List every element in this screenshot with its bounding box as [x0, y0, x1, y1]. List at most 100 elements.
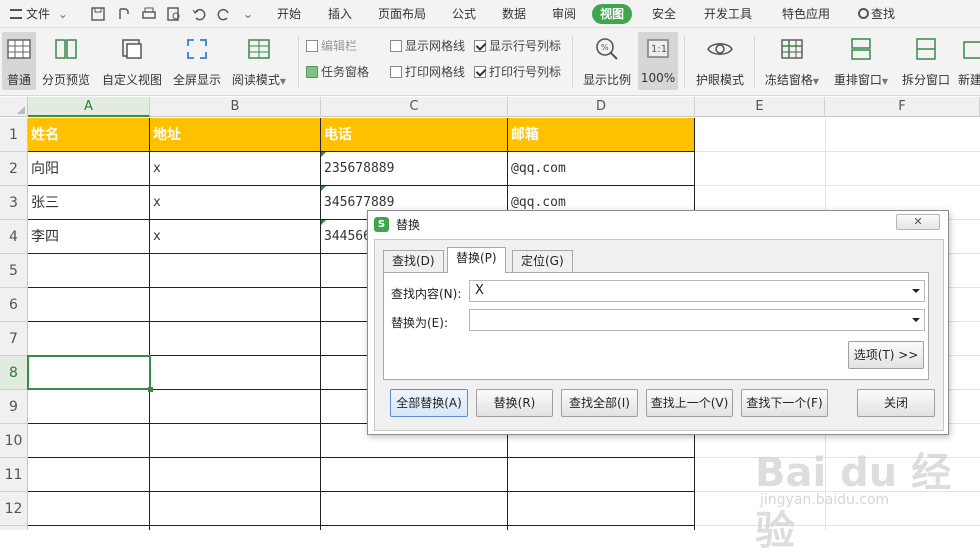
show-gridlines-checkbox[interactable]: 显示网格线 [390, 37, 465, 55]
table-cell[interactable]: 235678889 [321, 152, 508, 186]
table-cell[interactable] [150, 458, 321, 492]
tab-review[interactable]: 审阅 [552, 0, 576, 28]
tab-find[interactable]: 查找(D) [383, 250, 444, 272]
table-cell[interactable] [28, 288, 150, 322]
column-header-f[interactable]: F [825, 97, 980, 117]
tab-page-layout[interactable]: 页面布局 [378, 0, 426, 28]
table-cell[interactable] [150, 424, 321, 458]
tab-formulas[interactable]: 公式 [452, 0, 476, 28]
table-cell[interactable] [150, 322, 321, 356]
close-icon[interactable]: ✕ [896, 214, 940, 230]
row-header-2[interactable]: 2 [0, 152, 28, 186]
edit-bar-checkbox[interactable]: 编辑栏 [306, 37, 357, 55]
row-header-3[interactable]: 3 [0, 186, 28, 220]
normal-view-button[interactable]: 普通 [2, 32, 36, 90]
tab-special[interactable]: 特色应用 [782, 0, 830, 28]
dropdown-arrow-icon[interactable] [912, 289, 920, 293]
save-icon[interactable] [90, 6, 106, 22]
table-cell[interactable] [150, 492, 321, 526]
table-cell[interactable] [150, 254, 321, 288]
table-cell[interactable] [321, 526, 508, 530]
tab-view[interactable]: 视图 [592, 4, 633, 24]
column-header-c[interactable]: C [321, 97, 508, 117]
table-cell[interactable] [28, 254, 150, 288]
table-cell[interactable] [321, 492, 508, 526]
table-cell[interactable] [508, 526, 695, 530]
table-cell[interactable]: x [150, 220, 321, 254]
table-cell[interactable]: x [150, 186, 321, 220]
replace-input[interactable] [469, 309, 925, 331]
redo-icon[interactable] [216, 6, 232, 22]
column-header-d[interactable]: D [508, 97, 695, 117]
table-cell[interactable] [28, 390, 150, 424]
table-cell[interactable]: 张三 [28, 186, 150, 220]
header-cell-email[interactable]: 邮箱 [508, 118, 695, 152]
quick-access-dropdown-icon[interactable]: ⌄ [243, 0, 253, 28]
row-header-1[interactable]: 1 [0, 118, 28, 152]
print-row-col-checkbox[interactable]: 打印行号列标 [474, 63, 561, 81]
table-cell[interactable] [321, 458, 508, 492]
full-screen-button[interactable]: 全屏显示 [170, 32, 224, 90]
table-cell[interactable]: @qq.com [508, 152, 695, 186]
active-cell-a8[interactable] [27, 355, 153, 392]
header-cell-name[interactable]: 姓名 [28, 118, 150, 152]
print-gridlines-checkbox[interactable]: 打印网格线 [390, 63, 465, 81]
row-header-12[interactable]: 12 [0, 492, 28, 526]
options-button[interactable]: 选项(T) >> [848, 341, 924, 369]
replace-all-button[interactable]: 全部替换(A) [390, 389, 468, 417]
table-cell[interactable] [28, 458, 150, 492]
tab-security[interactable]: 安全 [652, 0, 676, 28]
column-header-e[interactable]: E [695, 97, 825, 117]
row-header-4[interactable]: 4 [0, 220, 28, 254]
tab-insert[interactable]: 插入 [328, 0, 352, 28]
split-window-button[interactable]: 拆分窗口 [898, 32, 954, 90]
zoom-100-button[interactable]: 1:1 100% [638, 32, 678, 90]
eye-mode-button[interactable]: 护眼模式 [692, 32, 748, 90]
table-cell[interactable] [28, 492, 150, 526]
show-row-col-checkbox[interactable]: 显示行号列标 [474, 37, 561, 55]
column-header-b[interactable]: B [150, 97, 321, 117]
table-cell[interactable]: 向阳 [28, 152, 150, 186]
tab-goto[interactable]: 定位(G) [512, 250, 573, 272]
row-header-9[interactable]: 9 [0, 390, 28, 424]
file-menu[interactable]: 文件 ⌄ [10, 0, 68, 28]
table-cell[interactable] [150, 526, 321, 530]
dropdown-arrow-icon[interactable] [912, 318, 920, 322]
header-cell-phone[interactable]: 电话 [321, 118, 508, 152]
print-preview-icon[interactable] [166, 6, 182, 22]
table-cell[interactable] [28, 424, 150, 458]
row-header-8[interactable]: 8 [0, 356, 28, 390]
row-header-10[interactable]: 10 [0, 424, 28, 458]
reading-mode-button[interactable]: 阅读模式▼ [230, 32, 288, 90]
task-pane-checkbox[interactable]: 任务窗格 [306, 63, 369, 81]
tab-developer[interactable]: 开发工具 [704, 0, 752, 28]
fill-handle[interactable] [148, 387, 153, 392]
tab-replace[interactable]: 替换(P) [447, 247, 506, 273]
find-all-button[interactable]: 查找全部(I) [561, 389, 638, 417]
header-cell-address[interactable]: 地址 [150, 118, 321, 152]
print-icon[interactable] [141, 6, 157, 22]
table-cell[interactable] [150, 356, 321, 390]
find-previous-button[interactable]: 查找上一个(V) [646, 389, 733, 417]
export-icon[interactable] [116, 6, 132, 22]
page-break-preview-button[interactable]: 分页预览 [40, 32, 92, 90]
freeze-panes-button[interactable]: 冻结窗格▼ [762, 32, 822, 90]
table-cell[interactable]: x [150, 152, 321, 186]
dialog-title-bar[interactable]: S 替换 ✕ [368, 211, 948, 237]
find-input[interactable]: X [469, 280, 925, 302]
tab-data[interactable]: 数据 [502, 0, 526, 28]
row-header-6[interactable]: 6 [0, 288, 28, 322]
arrange-windows-button[interactable]: 重排窗口▼ [830, 32, 892, 90]
table-cell[interactable] [150, 288, 321, 322]
row-header-7[interactable]: 7 [0, 322, 28, 356]
row-header-5[interactable]: 5 [0, 254, 28, 288]
table-cell[interactable]: 李四 [28, 220, 150, 254]
new-window-button[interactable]: 新建 [958, 32, 980, 90]
select-all-corner[interactable] [0, 97, 28, 117]
tab-home[interactable]: 开始 [277, 0, 301, 28]
table-cell[interactable] [150, 390, 321, 424]
column-header-a[interactable]: A [28, 97, 150, 117]
undo-icon[interactable] [191, 6, 207, 22]
replace-button[interactable]: 替换(R) [476, 389, 553, 417]
close-button[interactable]: 关闭 [857, 389, 935, 417]
